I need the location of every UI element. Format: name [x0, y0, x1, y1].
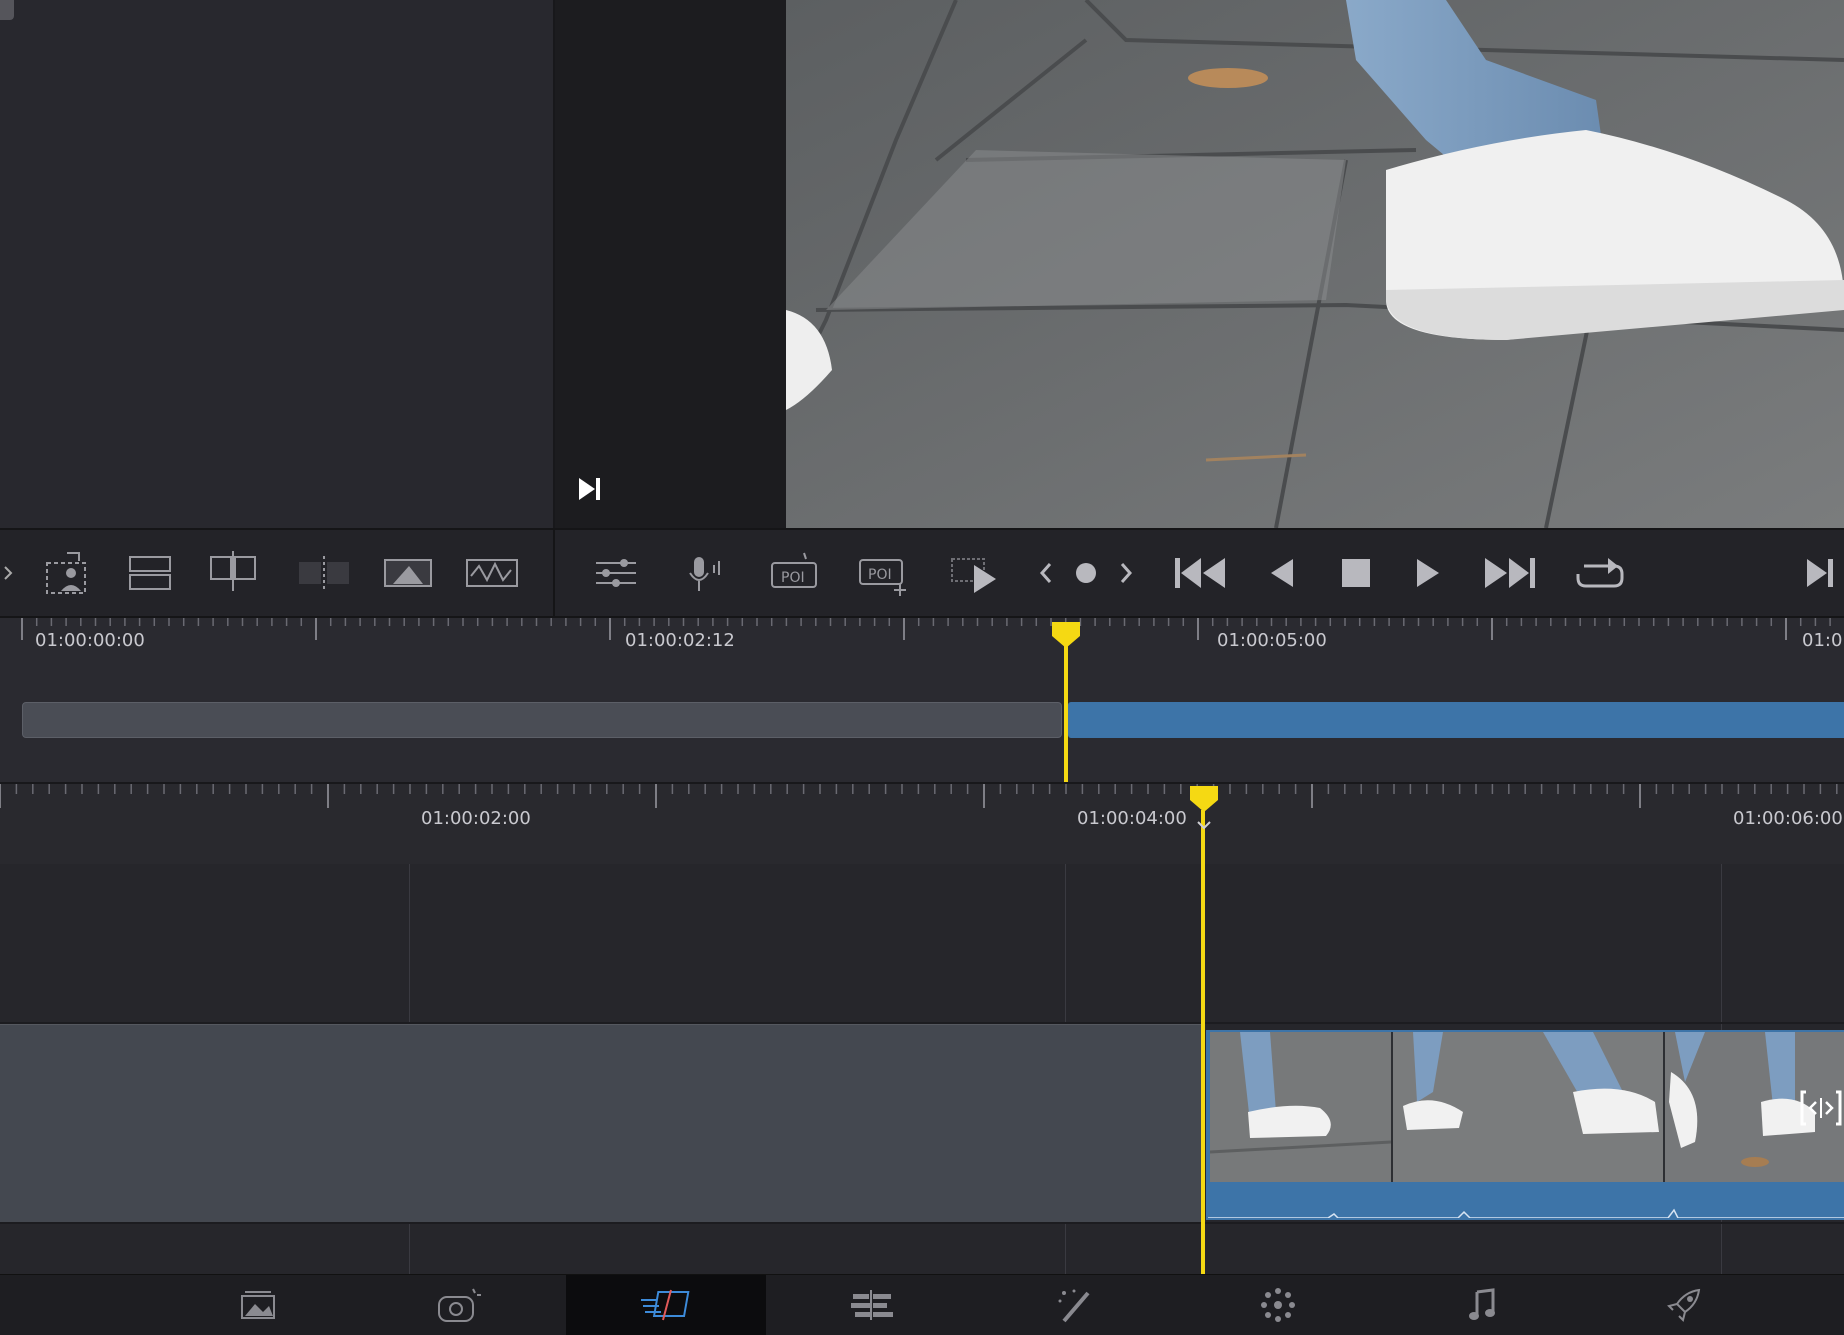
clip-thumbnail — [1210, 1032, 1393, 1182]
timeline-clip[interactable] — [1206, 1030, 1844, 1220]
viewer-frame-image — [786, 0, 1844, 528]
lower-timecode: 01:00:04:00 — [1077, 808, 1187, 829]
smart-reframe-icon[interactable] — [40, 546, 96, 600]
source-viewer-pane — [555, 0, 786, 528]
split-icon[interactable] — [296, 546, 352, 600]
toolbar: POI POI — [0, 530, 1844, 618]
fairlight-page-button[interactable] — [1382, 1275, 1582, 1335]
lower-timecode: 01:00:02:00 — [421, 808, 531, 829]
mixer-icon[interactable] — [588, 546, 644, 600]
upper-timecode: 01:00:02:12 — [625, 630, 735, 651]
upper-playhead-head-icon[interactable] — [1050, 620, 1082, 650]
upper-timeline-ruler[interactable] — [0, 618, 1844, 656]
clip-thumbnail — [1392, 1032, 1666, 1182]
poi-icon[interactable]: POI — [766, 546, 822, 600]
upper-timeline-clip[interactable] — [1068, 702, 1844, 738]
track-divider — [0, 1222, 1844, 1224]
skip-end-icon[interactable] — [1482, 546, 1538, 600]
deliver-page-button[interactable] — [1584, 1275, 1784, 1335]
stop-icon[interactable] — [1328, 546, 1384, 600]
play-clip-icon[interactable] — [948, 546, 1004, 600]
cut-icon — [641, 1289, 690, 1321]
loop-icon[interactable] — [1572, 546, 1628, 600]
cut-page-prev-button[interactable] — [358, 1275, 558, 1335]
color-page-button[interactable] — [1178, 1275, 1378, 1335]
go-to-end-icon[interactable] — [1792, 546, 1844, 600]
video-track-empty[interactable] — [0, 864, 1844, 1006]
toolbar-divider — [553, 530, 555, 616]
image-icon — [241, 1291, 275, 1319]
upper-timeline[interactable]: 01:00:00:00 01:00:02:12 01:00:05:00 01:0 — [0, 618, 1844, 782]
trim-handle-icon[interactable] — [1798, 1088, 1844, 1128]
clip-audio-waveform — [1208, 1184, 1844, 1218]
wand-icon — [1058, 1289, 1090, 1323]
camera-icon — [438, 1288, 481, 1322]
svg-text:POI: POI — [868, 567, 892, 583]
upper-timecode: 01:00:00:00 — [35, 630, 145, 651]
audio-waveform-icon[interactable] — [464, 546, 520, 600]
chevron-right-icon[interactable] — [0, 546, 36, 600]
lower-playhead[interactable] — [1201, 810, 1205, 1276]
lower-timecode: 01:00:06:00 — [1733, 808, 1843, 829]
go-to-next-clip-icon[interactable] — [575, 474, 605, 504]
insert-clip-icon[interactable] — [206, 546, 262, 600]
poi-add-icon[interactable]: POI — [856, 546, 912, 600]
clip-thumbnails — [1210, 1032, 1844, 1182]
rocket-icon — [1667, 1288, 1701, 1322]
media-page-button[interactable] — [158, 1275, 358, 1335]
edit-timeline-icon — [851, 1290, 893, 1320]
music-note-icon — [1469, 1288, 1495, 1320]
fusion-page-button[interactable] — [976, 1275, 1176, 1335]
upper-timecode: 01:0 — [1802, 630, 1843, 651]
play-icon[interactable] — [1400, 546, 1456, 600]
page-navigation-bar — [0, 1274, 1844, 1335]
svg-text:POI: POI — [781, 570, 805, 586]
video-viewer[interactable] — [786, 0, 1844, 528]
pane-corner-handle[interactable] — [0, 0, 14, 20]
timeline-gap-region[interactable] — [0, 1024, 1202, 1224]
upper-timecode: 01:00:05:00 — [1217, 630, 1327, 651]
upper-playhead[interactable] — [1064, 632, 1068, 782]
skip-start-icon[interactable] — [1172, 546, 1228, 600]
lower-timeline[interactable]: 01:00:02:00 01:00:04:00 01:00:06:00 — [0, 782, 1844, 1276]
fit-fill-icon[interactable] — [380, 546, 436, 600]
media-pool-pane — [0, 0, 555, 528]
reverse-play-icon[interactable] — [1254, 546, 1310, 600]
color-dots-icon — [1261, 1288, 1295, 1322]
voice-over-icon[interactable] — [678, 546, 734, 600]
stack-icon[interactable] — [122, 546, 178, 600]
upper-timeline-clip-track[interactable] — [22, 702, 1062, 738]
lower-timeline-ruler[interactable] — [0, 784, 1844, 864]
next-mark-icon[interactable] — [1098, 546, 1154, 600]
edit-page-button[interactable] — [772, 1275, 972, 1335]
cut-page-button[interactable] — [566, 1275, 766, 1335]
lower-playhead-head-icon[interactable] — [1188, 784, 1220, 830]
